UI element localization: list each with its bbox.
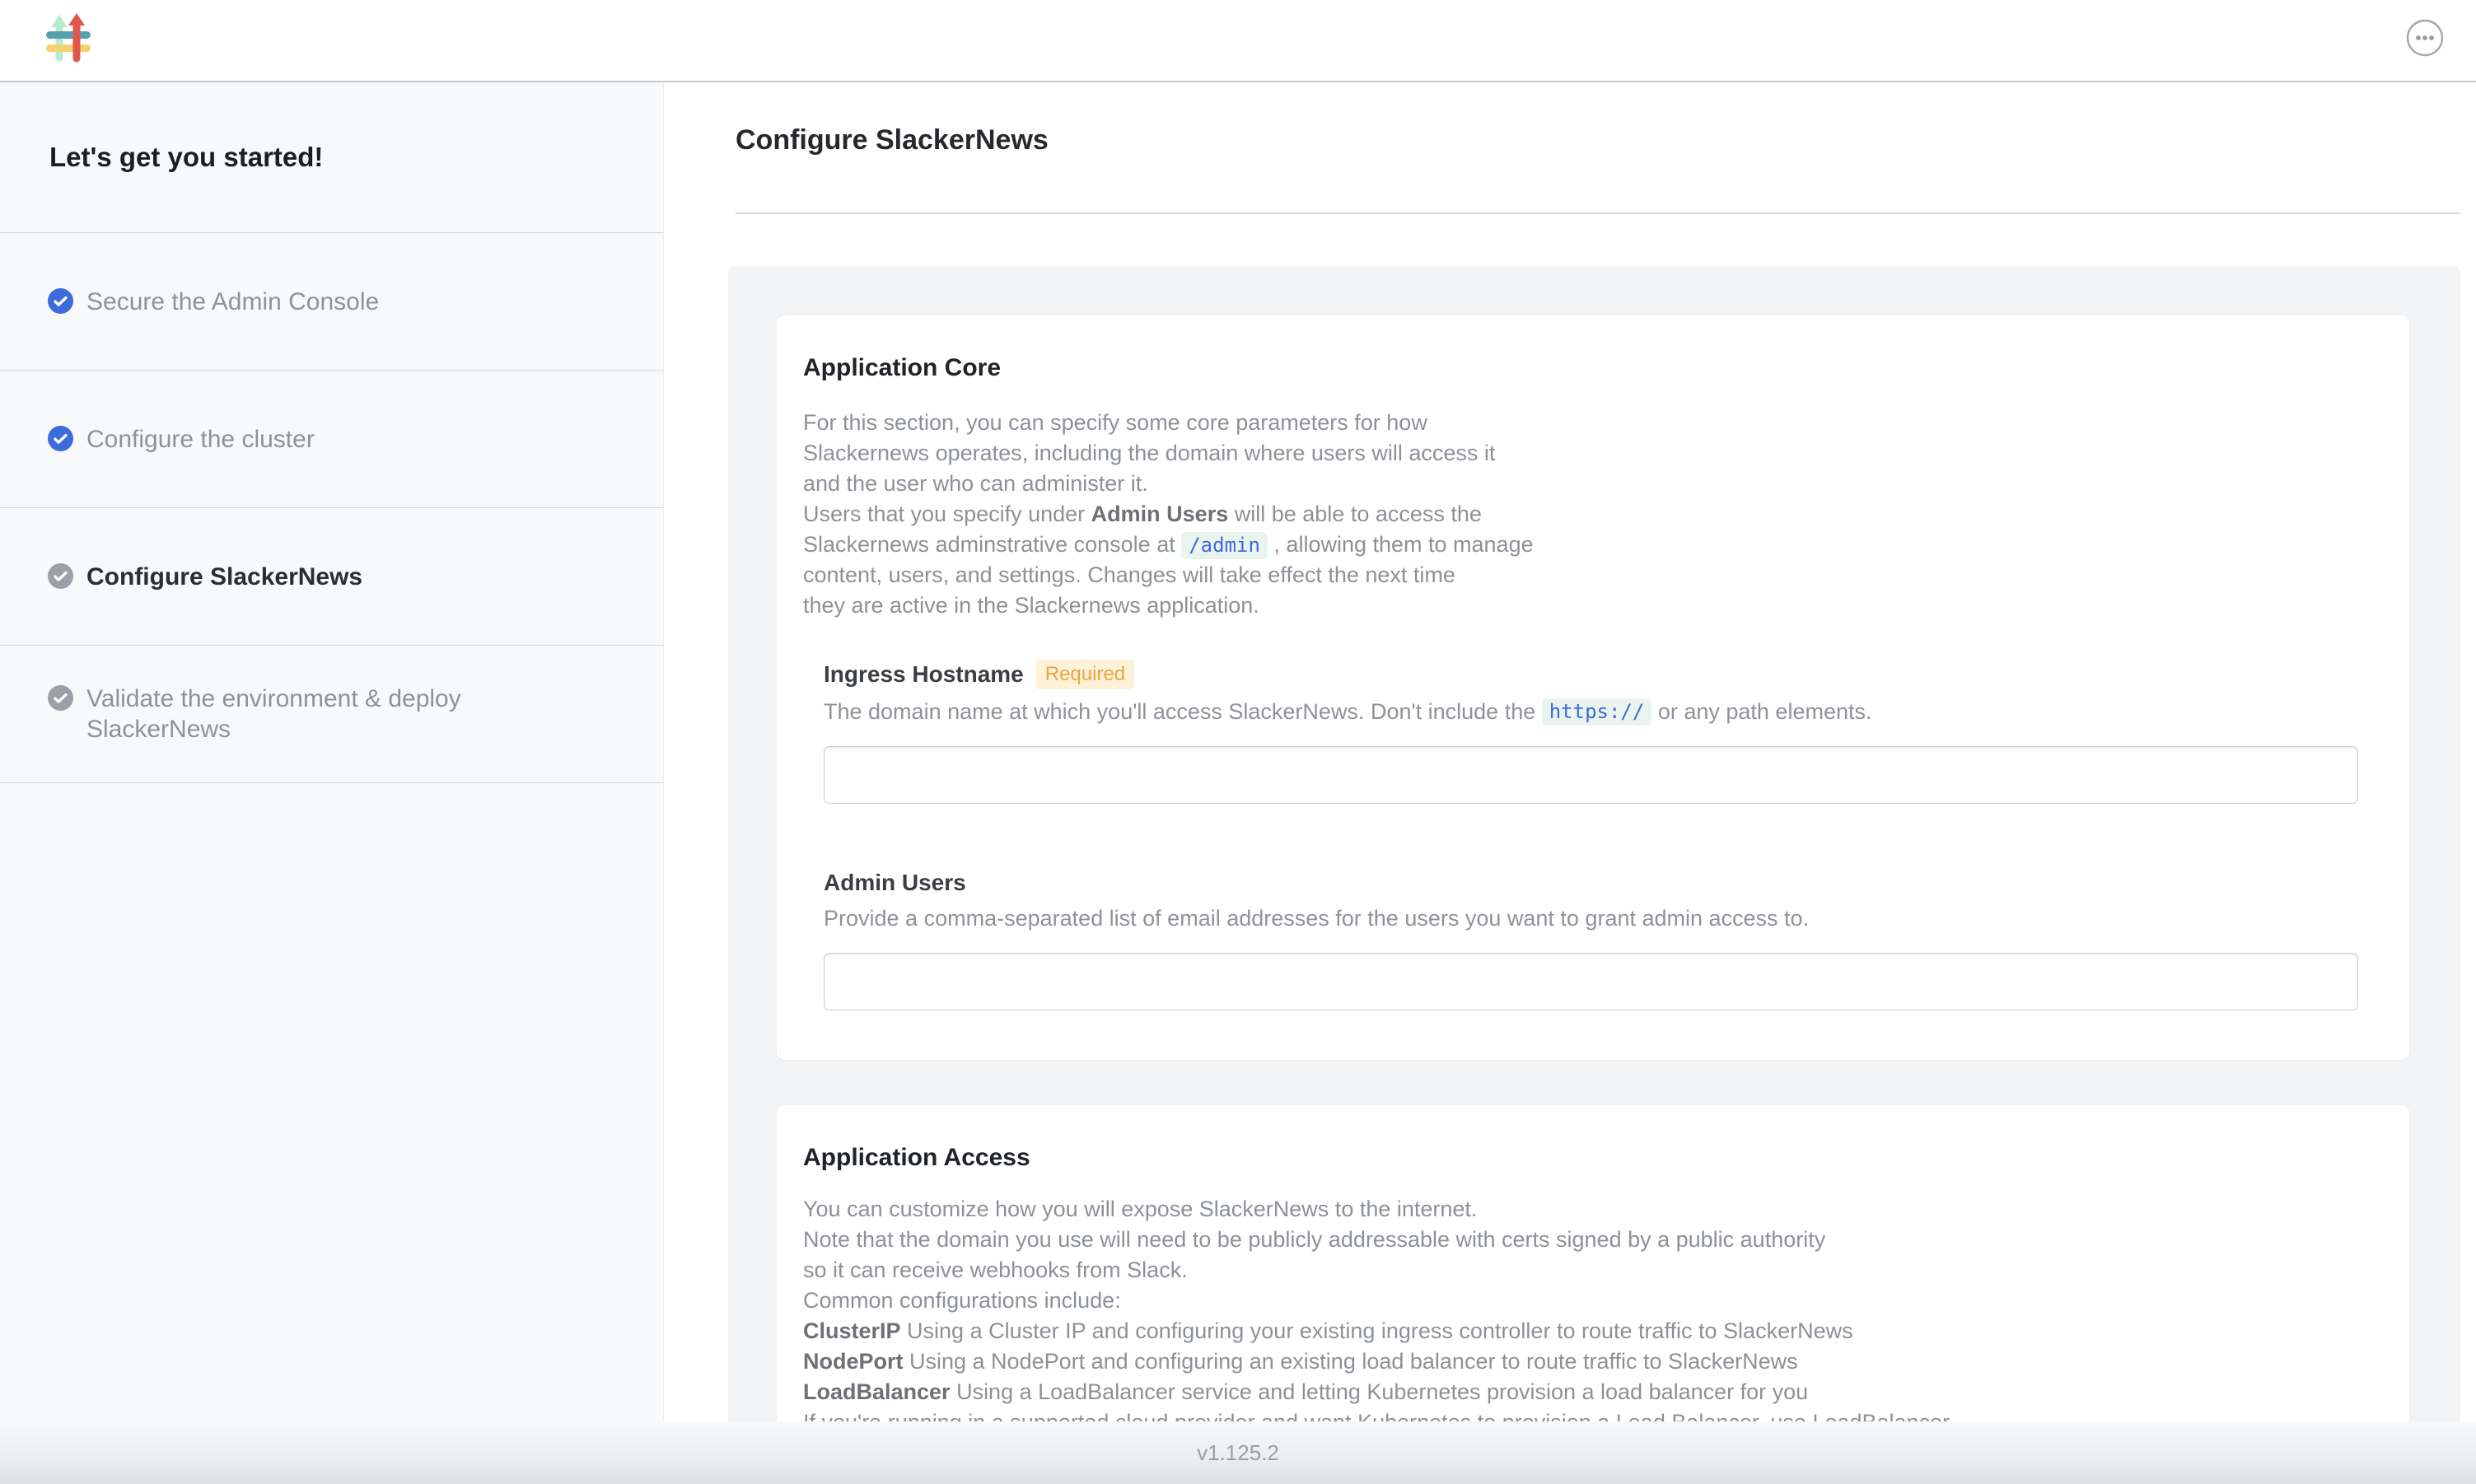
config-panel: Application Core For this section, you c… [728, 266, 2460, 1421]
application-access-card: Application Access You can customize how… [777, 1105, 2409, 1421]
check-circle-icon [48, 288, 73, 314]
slackernews-logo-icon [46, 12, 91, 65]
check-circle-icon [48, 426, 73, 451]
admin-users-input[interactable] [824, 953, 2358, 1010]
application-access-heading: Application Access [803, 1142, 2358, 1173]
access-line: LoadBalancer Using a LoadBalancer servic… [803, 1377, 2358, 1407]
sidebar-item-label: Secure the Admin Console [86, 287, 379, 317]
access-line: You can customize how you will expose Sl… [803, 1194, 2358, 1225]
sidebar-item-label: Validate the environment & deploy Slacke… [86, 684, 556, 744]
sidebar-item-validate-deploy[interactable]: Validate the environment & deploy Slacke… [0, 646, 663, 783]
admin-users-bold: Admin Users [1091, 502, 1229, 526]
main-content: Configure SlackerNews Application Core F… [664, 82, 2476, 1421]
access-line: so it can receive webhooks from Slack. [803, 1255, 2358, 1286]
access-line: Note that the domain you use will need t… [803, 1225, 2358, 1255]
check-circle-icon [48, 685, 73, 711]
access-line-bold: ClusterIP [803, 1318, 901, 1343]
ingress-help-a: The domain name at which you'll access S… [824, 699, 1542, 724]
ingress-hostname-help: The domain name at which you'll access S… [824, 697, 2358, 726]
sidebar-item-label: Configure SlackerNews [86, 562, 362, 592]
ingress-help-b: or any path elements. [1651, 699, 1871, 724]
sidebar-item-secure-admin-console[interactable]: Secure the Admin Console [0, 233, 663, 371]
application-core-heading: Application Core [803, 352, 2358, 383]
access-line-bold: NodePort [803, 1349, 904, 1374]
ingress-hostname-label: Ingress Hostname [824, 661, 1024, 688]
core-paragraph-1: For this section, you can specify some c… [803, 410, 1495, 496]
access-line: Common configurations include: [803, 1286, 2358, 1316]
sidebar-item-configure-cluster[interactable]: Configure the cluster [0, 371, 663, 508]
setup-steps-sidebar: Let's get you started! Secure the Admin … [0, 82, 664, 1421]
core-paragraph-2a: Users that you specify under [803, 502, 1091, 526]
application-access-description: You can customize how you will expose Sl… [803, 1194, 2358, 1421]
version-label: v1.125.2 [1197, 1440, 1279, 1466]
access-line-text: Common configurations include: [803, 1288, 1121, 1313]
title-divider [736, 212, 2460, 214]
ellipsis-circle-icon [2405, 48, 2445, 60]
admin-users-help: Provide a comma-separated list of email … [824, 903, 2358, 933]
admin-users-label: Admin Users [824, 870, 966, 896]
sidebar-item-configure-slackernews[interactable]: Configure SlackerNews [0, 508, 663, 646]
ingress-hostname-field-group: Ingress Hostname Required The domain nam… [824, 660, 2358, 804]
access-line-text: Using a Cluster IP and configuring your … [901, 1318, 1853, 1343]
footer: v1.125.2 [0, 1421, 2476, 1484]
sidebar-item-label: Configure the cluster [86, 424, 315, 455]
check-circle-icon [48, 563, 73, 589]
required-badge: Required [1036, 660, 1134, 689]
https-chip: https:// [1542, 698, 1652, 726]
access-line-text: Note that the domain you use will need t… [803, 1227, 1825, 1252]
page-title: Configure SlackerNews [736, 120, 2476, 160]
access-line-bold: LoadBalancer [803, 1379, 951, 1404]
access-line: If you're running in a supported cloud p… [803, 1407, 2358, 1421]
access-line: ClusterIP Using a Cluster IP and configu… [803, 1316, 2358, 1346]
access-line-text: Using a NodePort and configuring an exis… [904, 1349, 1798, 1374]
application-core-card: Application Core For this section, you c… [777, 315, 2409, 1060]
sidebar-heading: Let's get you started! [0, 82, 663, 233]
top-bar [0, 0, 2476, 82]
more-options-button[interactable] [2405, 18, 2445, 58]
ingress-hostname-input[interactable] [824, 746, 2358, 804]
application-core-description: For this section, you can specify some c… [803, 408, 2358, 621]
access-line-text: You can customize how you will expose Sl… [803, 1197, 1477, 1221]
access-line-text: Using a LoadBalancer service and letting… [951, 1379, 1809, 1404]
access-line-text: so it can receive webhooks from Slack. [803, 1258, 1188, 1282]
access-line-text: If you're running in a supported cloud p… [803, 1410, 1955, 1421]
admin-users-field-group: Admin Users Provide a comma-separated li… [824, 870, 2358, 1010]
admin-path-chip: /admin [1181, 532, 1268, 559]
access-line: NodePort Using a NodePort and configurin… [803, 1346, 2358, 1377]
